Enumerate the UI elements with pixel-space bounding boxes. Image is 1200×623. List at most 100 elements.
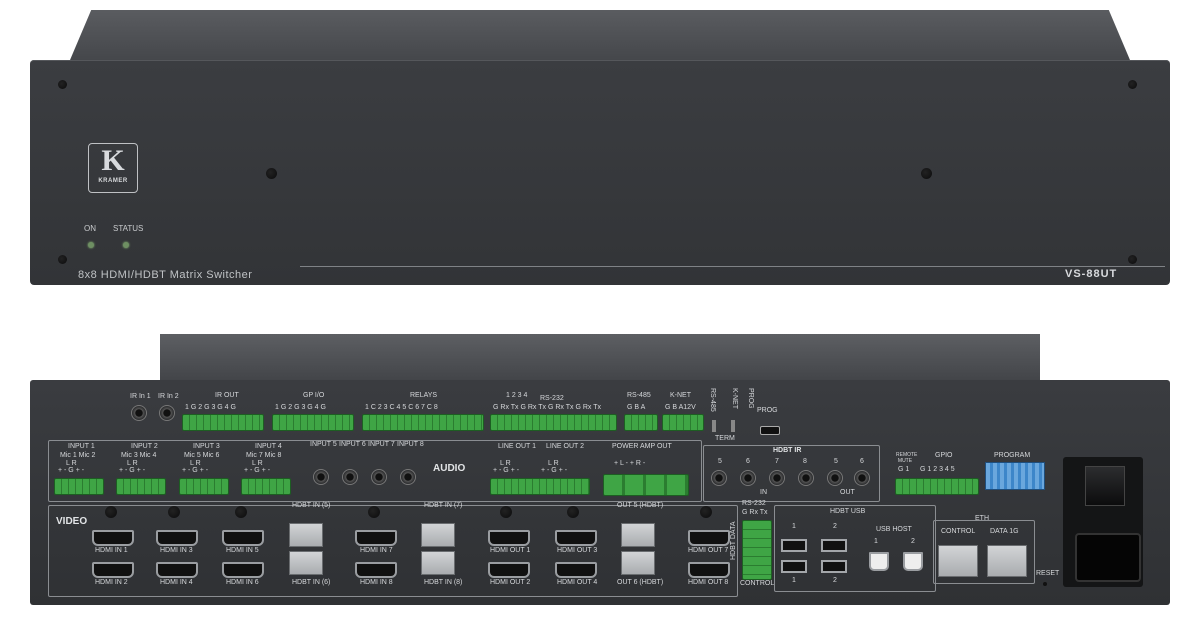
hdbt-out-5-port[interactable]: [621, 523, 655, 547]
audio-label: AUDIO: [433, 463, 466, 474]
screw-icon: [921, 168, 932, 179]
term-label: TERM: [715, 435, 735, 442]
gpio-top-terminal[interactable]: [272, 414, 354, 431]
usb-host-1-port[interactable]: [869, 552, 889, 571]
usb-a-port-2a[interactable]: [821, 539, 847, 552]
usb-host-2-port[interactable]: [903, 552, 923, 571]
hdmi-out-8-label: HDMI OUT 8: [688, 579, 729, 586]
mic-input-4-terminal[interactable]: [241, 478, 291, 495]
mic-input-3-terminal[interactable]: [179, 478, 229, 495]
hdmi-in-8-label: HDMI IN 8: [360, 579, 393, 586]
hdbt-ir-in-6-jack[interactable]: [740, 470, 756, 486]
hdbt-in-6-label: HDBT IN (6): [292, 579, 331, 586]
power-amp-terminal[interactable]: [603, 474, 689, 496]
hdbt-ir-out-6-jack[interactable]: [854, 470, 870, 486]
hdmi-out-8-port[interactable]: [688, 562, 730, 578]
knet-term-switch[interactable]: [731, 420, 735, 432]
hdbt-ir-in-8-jack[interactable]: [798, 470, 814, 486]
hdbt-rs232-terminal[interactable]: [742, 520, 772, 580]
front-chassis-top: [70, 10, 1130, 60]
hdbt-in-5-port[interactable]: [289, 523, 323, 547]
prog-usb-port[interactable]: [760, 426, 780, 435]
relays-terminal[interactable]: [362, 414, 484, 431]
hdmi-out-4-port[interactable]: [555, 562, 597, 578]
hdmi-out-7-port[interactable]: [688, 530, 730, 546]
ir-in-2-label: IR In 2: [158, 393, 179, 400]
hdmi-in-3-port[interactable]: [156, 530, 198, 546]
hdbt-ir-in-7-jack[interactable]: [769, 470, 785, 486]
ir-out-terminal[interactable]: [182, 414, 264, 431]
hdmi-in-5-port[interactable]: [222, 530, 264, 546]
rs485-label: RS-485: [627, 392, 651, 399]
ir-num-8: 8: [803, 458, 807, 465]
hdbt-out-6-port[interactable]: [621, 551, 655, 575]
hdbt-ir-in-label: IN: [760, 489, 767, 496]
pm-pins-2: + - G + -: [119, 467, 146, 474]
usb-a-port-2b[interactable]: [821, 560, 847, 573]
ir-num-out-5: 5: [834, 458, 838, 465]
hdmi-out-7-label: HDMI OUT 7: [688, 547, 729, 554]
audio-in-7-jack[interactable]: [371, 469, 387, 485]
rs232-nums: 1 2 3 4: [506, 392, 528, 399]
gpio-terminal[interactable]: [895, 478, 979, 495]
mic-input-2-terminal[interactable]: [116, 478, 166, 495]
hdbt-ir-in-5-jack[interactable]: [711, 470, 727, 486]
eth-data-port[interactable]: [987, 545, 1027, 577]
ir-in-2-jack[interactable]: [159, 405, 175, 421]
hdmi-in-2-port[interactable]: [92, 562, 134, 578]
hdmi-in-8-port[interactable]: [355, 562, 397, 578]
usb-a-port-1a[interactable]: [781, 539, 807, 552]
hdmi-lock-screw-icon: [368, 506, 380, 518]
hdmi-in-7-label: HDMI IN 7: [360, 547, 393, 554]
dip-switch-icon[interactable]: [985, 462, 1045, 490]
rs485-terminal[interactable]: [624, 414, 658, 431]
screw-icon: [266, 168, 277, 179]
knet-label: K-NET: [670, 392, 691, 399]
rs232-terminal[interactable]: [490, 414, 617, 431]
hdmi-in-7-port[interactable]: [355, 530, 397, 546]
eth-control-label: CONTROL: [941, 528, 976, 535]
power-inlet-icon[interactable]: [1075, 533, 1141, 582]
hdbt-ir-out-5-jack[interactable]: [827, 470, 843, 486]
usb-a-port-1b[interactable]: [781, 560, 807, 573]
reset-button[interactable]: [1043, 582, 1047, 586]
screw-icon: [1128, 80, 1137, 89]
hdmi-in-4-port[interactable]: [156, 562, 198, 578]
gpio-top-pins: 1 G 2 G 3 G 4 G: [275, 404, 326, 411]
hdmi-lock-screw-icon: [235, 506, 247, 518]
in5-label: INPUT 5: [310, 441, 337, 448]
gpio-pins: G 1 2 3 4 5: [920, 466, 955, 473]
mic34-label: Mic 3 Mic 4: [121, 452, 157, 459]
gpio-top-label: GP I/O: [303, 392, 325, 399]
rs485-term-switch[interactable]: [712, 420, 716, 432]
hdbt-in-5-label: HDBT IN (5): [292, 502, 331, 509]
hdbt-in-7-port[interactable]: [421, 523, 455, 547]
hdbt-in-8-label: HDBT IN (8): [424, 579, 463, 586]
audio-in-8-jack[interactable]: [400, 469, 416, 485]
in8-label: INPUT 8: [397, 441, 424, 448]
input4-label: INPUT 4: [255, 443, 282, 450]
hdmi-in-6-port[interactable]: [222, 562, 264, 578]
rs232-pins: G Rx Tx G Rx Tx G Rx Tx G Rx Tx: [493, 404, 601, 411]
hdmi-out-3-port[interactable]: [555, 530, 597, 546]
lineout-pm-2: + - G + -: [541, 467, 568, 474]
line-out-terminal[interactable]: [490, 478, 590, 495]
hdmi-in-1-port[interactable]: [92, 530, 134, 546]
input3-label: INPUT 3: [193, 443, 220, 450]
mic56-label: Mic 5 Mic 6: [184, 452, 220, 459]
rs232-small-label: RS-232: [742, 500, 766, 507]
hdbt-in-8-port[interactable]: [421, 551, 455, 575]
hdmi-out-1-port[interactable]: [488, 530, 530, 546]
led-on-label: ON: [84, 224, 96, 233]
pm-pins-3: + - G + -: [182, 467, 209, 474]
ir-in-1-jack[interactable]: [131, 405, 147, 421]
mic-input-1-terminal[interactable]: [54, 478, 104, 495]
hdmi-out-2-port[interactable]: [488, 562, 530, 578]
lr-pins-3: L R: [190, 460, 201, 467]
hdbt-in-6-port[interactable]: [289, 551, 323, 575]
knet-terminal[interactable]: [662, 414, 704, 431]
audio-in-5-jack[interactable]: [313, 469, 329, 485]
eth-control-port[interactable]: [938, 545, 978, 577]
audio-in-6-jack[interactable]: [342, 469, 358, 485]
power-switch[interactable]: [1085, 466, 1125, 506]
